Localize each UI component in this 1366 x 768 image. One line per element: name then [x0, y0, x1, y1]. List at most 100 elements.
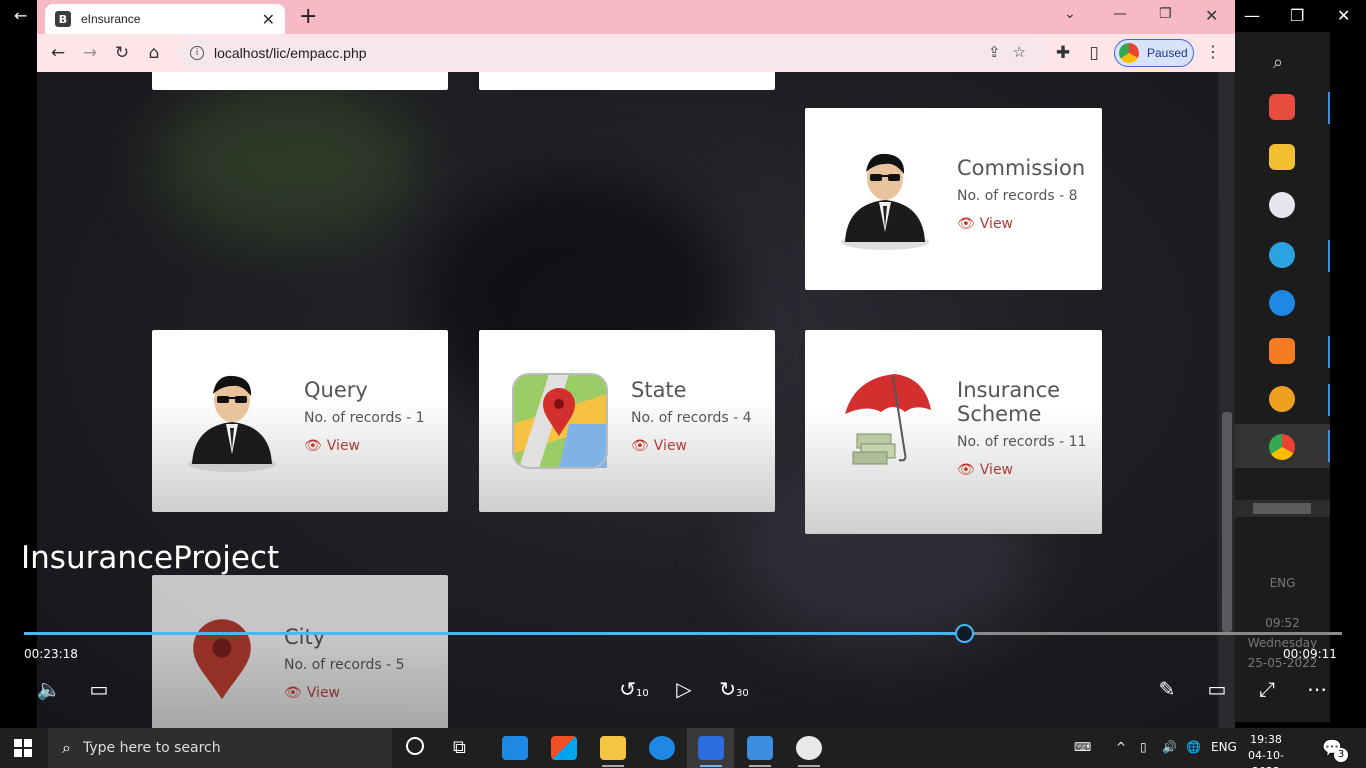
- side-lang: ENG: [1269, 576, 1296, 590]
- edge-icon[interactable]: [1269, 290, 1295, 316]
- card-title: State: [631, 378, 687, 402]
- host-minimize-button[interactable]: —: [1244, 6, 1260, 25]
- menu-icon[interactable]: ⋮: [1205, 42, 1221, 61]
- scrollbar-thumb[interactable]: [1222, 412, 1232, 632]
- edge-icon[interactable]: [649, 736, 675, 760]
- view-link[interactable]: 👁 View: [284, 685, 405, 701]
- player-back-icon[interactable]: ←: [14, 6, 27, 25]
- tab-search-icon[interactable]: ⌄: [1064, 6, 1076, 22]
- edit-pencil-icon[interactable]: ✎: [1152, 676, 1182, 702]
- taskbar-search[interactable]: ⌕ Type here to search: [48, 728, 392, 768]
- view-link[interactable]: 👁 View: [631, 438, 752, 454]
- eye-icon: 👁: [284, 685, 302, 701]
- fullscreen-icon[interactable]: ⤢: [1252, 676, 1282, 702]
- more-options-icon[interactable]: ⋯: [1302, 676, 1332, 702]
- card-partial-1: [152, 72, 448, 90]
- agent-icon: [841, 153, 929, 250]
- site-info-icon[interactable]: i: [190, 46, 204, 60]
- screen: B eInsurance ✕ + ⌄ — ❐ ✕ ← → ↻ ⌂ i local…: [0, 0, 1366, 768]
- eye-icon: 👁: [631, 438, 649, 454]
- agent-icon: [188, 375, 276, 472]
- browser-tab[interactable]: B eInsurance ✕: [45, 4, 285, 34]
- store-icon[interactable]: [551, 736, 577, 760]
- taskbar-clock[interactable]: 19:38 04-10-2022: [1238, 732, 1294, 768]
- search-icon[interactable]: ⌕: [1273, 52, 1283, 73]
- seek-handle[interactable]: [955, 624, 974, 643]
- captions-icon[interactable]: ▭: [84, 676, 114, 702]
- location-pin-icon: [193, 619, 251, 700]
- video-title: InsuranceProject: [21, 540, 280, 576]
- home-icon[interactable]: ⌂: [138, 43, 170, 63]
- seek-bar[interactable]: [24, 624, 1342, 643]
- tray-chevron-icon[interactable]: ^: [1116, 740, 1126, 754]
- profile-avatar: [1119, 43, 1139, 63]
- photos-icon[interactable]: [747, 736, 773, 760]
- profile-status: Paused: [1147, 46, 1188, 60]
- view-link[interactable]: 👁 View: [957, 216, 1085, 232]
- forward-button[interactable]: ↻30: [719, 676, 749, 702]
- rewind-button[interactable]: ↺10: [619, 676, 649, 702]
- volume-icon[interactable]: 🔈: [34, 676, 64, 702]
- host-close-button[interactable]: ✕: [1337, 6, 1350, 25]
- side-horizontal-scrollbar[interactable]: [1235, 500, 1330, 517]
- forward-label: 30: [736, 688, 749, 699]
- cortana-icon[interactable]: [406, 737, 424, 755]
- network-icon[interactable]: 🌐: [1186, 740, 1201, 754]
- view-link[interactable]: 👁 View: [957, 462, 1087, 478]
- new-tab-button[interactable]: +: [299, 4, 317, 30]
- hs-icon[interactable]: [1269, 386, 1295, 412]
- battery-icon[interactable]: ▯: [1140, 740, 1147, 754]
- clock-time: 19:38: [1250, 733, 1282, 746]
- page-scrollbar[interactable]: [1219, 72, 1235, 728]
- extensions-icon[interactable]: ✚: [1047, 43, 1079, 63]
- back-icon[interactable]: ←: [42, 43, 74, 63]
- paint-icon[interactable]: [1269, 192, 1295, 218]
- forward-icon[interactable]: →: [74, 43, 106, 63]
- browser-toolbar: ← → ↻ ⌂ i localhost/lic/empacc.php ⇪☆ ✚ …: [37, 34, 1235, 72]
- view-link[interactable]: 👁 View: [304, 438, 425, 454]
- search-placeholder: Type here to search: [82, 740, 221, 756]
- paint-icon[interactable]: [796, 736, 822, 760]
- media-player-icon[interactable]: [698, 736, 724, 760]
- tab-title: eInsurance: [81, 12, 141, 26]
- keyboard-icon[interactable]: ⌨: [1074, 740, 1091, 754]
- card-state: State No. of records - 4 👁 View: [479, 330, 775, 512]
- address-url: localhost/lic/empacc.php: [214, 45, 367, 61]
- address-bar[interactable]: i localhost/lic/empacc.php ⇪☆: [178, 39, 1048, 67]
- profile-button[interactable]: Paused: [1114, 39, 1194, 67]
- mini-player-icon[interactable]: ▭: [1202, 676, 1232, 702]
- telegram-icon[interactable]: [1269, 242, 1295, 268]
- folder-icon[interactable]: [1269, 144, 1295, 170]
- card-record-count: No. of records - 8: [957, 188, 1078, 204]
- close-tab-icon[interactable]: ✕: [262, 10, 275, 29]
- app-icon-1[interactable]: [1269, 94, 1295, 120]
- side-panel-icon[interactable]: ▯: [1078, 43, 1110, 63]
- minimize-button[interactable]: —: [1113, 6, 1127, 22]
- close-window-button[interactable]: ✕: [1205, 6, 1218, 25]
- task-view-icon[interactable]: ⧉: [453, 737, 466, 758]
- speaker-icon[interactable]: 🔊: [1162, 740, 1177, 754]
- rewind-label: 10: [636, 688, 649, 699]
- xampp-icon[interactable]: [1269, 338, 1295, 364]
- play-button[interactable]: ▷: [669, 676, 699, 702]
- notification-badge: 3: [1334, 748, 1348, 762]
- mail-icon[interactable]: [502, 736, 528, 760]
- eye-icon: 👁: [304, 438, 322, 454]
- card-title: City: [284, 625, 326, 649]
- file-explorer-icon[interactable]: [600, 736, 626, 760]
- share-and-bookmark-icons[interactable]: ⇪☆: [988, 43, 1038, 61]
- reload-icon[interactable]: ↻: [106, 43, 138, 63]
- card-commission: Commission No. of records - 8 👁 View: [805, 108, 1102, 290]
- input-language[interactable]: ENG: [1211, 740, 1237, 754]
- umbrella-money-icon: [845, 374, 931, 465]
- start-button[interactable]: [14, 739, 32, 757]
- side-time: 09:52: [1265, 616, 1300, 630]
- card-insurance-scheme: Insurance Scheme No. of records - 11 👁 Vi…: [805, 330, 1102, 534]
- card-title: Commission: [957, 156, 1086, 180]
- chrome-icon[interactable]: [1269, 434, 1295, 460]
- host-restore-button[interactable]: ❐: [1290, 6, 1304, 25]
- taskbar: ⌕ Type here to search ⧉ ⌨ ^ ▯ 🔊 🌐 ENG 19…: [0, 728, 1366, 768]
- restore-button[interactable]: ❐: [1159, 6, 1172, 22]
- eye-icon: 👁: [957, 462, 975, 478]
- tab-strip: B eInsurance ✕ + ⌄ — ❐ ✕: [37, 0, 1235, 34]
